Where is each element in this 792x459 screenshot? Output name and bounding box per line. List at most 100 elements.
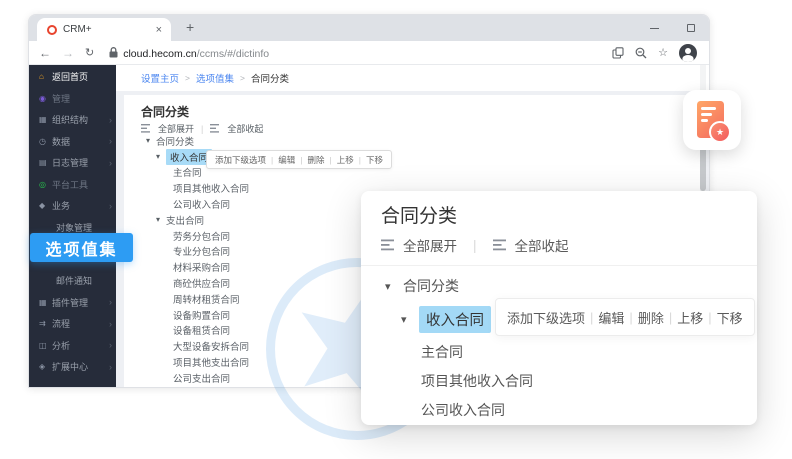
- action-separator: |: [590, 310, 593, 325]
- breadcrumb-link-dict[interactable]: 选项值集: [196, 71, 234, 85]
- caret-down-icon[interactable]: ▾: [156, 152, 166, 161]
- caret-down-icon[interactable]: ▾: [156, 215, 166, 224]
- tab-strip: CRM+ × +: [29, 15, 709, 41]
- chevron-right-icon: ›: [109, 297, 112, 307]
- extension-center-icon: ◈: [39, 362, 52, 371]
- action-separator: |: [271, 155, 273, 165]
- caret-down-icon[interactable]: ▾: [401, 313, 419, 326]
- address-bar[interactable]: cloud.hecom.cn/ccms/#/dictinfo: [109, 44, 612, 62]
- breadcrumb-separator: >: [240, 73, 245, 83]
- bookmark-star-icon[interactable]: ☆: [658, 46, 668, 59]
- tree-row[interactable]: ▾合同分类: [361, 271, 757, 301]
- org-structure-icon: ▦: [39, 115, 52, 124]
- new-tab-button[interactable]: +: [181, 17, 199, 37]
- tab-close-icon[interactable]: ×: [154, 24, 164, 36]
- magnified-panel: 合同分类 全部展开 | 全部收起 ▾合同分类▾收入合同主合同项目其他收入合同公司…: [361, 191, 757, 425]
- action-删除[interactable]: 删除: [638, 308, 664, 327]
- chevron-right-icon: ›: [109, 319, 112, 329]
- tree-node-label[interactable]: 专业分包合同: [173, 244, 230, 258]
- action-编辑[interactable]: 编辑: [278, 154, 295, 166]
- action-删除[interactable]: 删除: [307, 154, 324, 166]
- tree-node-label[interactable]: 项目其他收入合同: [421, 371, 533, 391]
- tree-row[interactable]: 项目其他收入合同: [361, 366, 757, 395]
- profile-avatar[interactable]: [679, 44, 697, 62]
- collapse-all-icon: [210, 124, 220, 133]
- overlay-tree-action-bar: 添加下级选项|编辑|删除|上移|下移: [495, 298, 755, 336]
- tree-node-label[interactable]: 公司收入合同: [173, 197, 230, 211]
- tree-node-label[interactable]: 主合同: [173, 165, 202, 179]
- tree-node-label[interactable]: 公司支出合同: [173, 371, 230, 385]
- sidebar-item-label: 平台工具: [52, 178, 88, 191]
- pages-icon[interactable]: [612, 47, 624, 59]
- tree-node-label[interactable]: 项目其他收入合同: [173, 181, 249, 195]
- tree-node-label[interactable]: 主合同: [421, 342, 463, 362]
- tree-row[interactable]: 公司收入合同: [361, 395, 757, 424]
- action-上移[interactable]: 上移: [337, 154, 354, 166]
- action-separator: |: [669, 310, 672, 325]
- sidebar-item-分析[interactable]: ◫分析›: [29, 335, 116, 357]
- option-value-set-callout[interactable]: 选项值集: [30, 233, 133, 262]
- tree-node-label[interactable]: 设备购置合同: [173, 308, 230, 322]
- action-上移[interactable]: 上移: [677, 308, 703, 327]
- overlay-tree-toolbar: 全部展开 | 全部收起: [381, 235, 569, 255]
- reload-button[interactable]: ↻: [85, 46, 94, 59]
- tree-node-label[interactable]: 合同分类: [403, 276, 459, 296]
- sidebar-item-label: 业务: [52, 199, 70, 212]
- sidebar-item-流程[interactable]: ⇉流程›: [29, 313, 116, 335]
- tree-node-label[interactable]: 设备租赁合同: [173, 323, 230, 337]
- action-下移[interactable]: 下移: [717, 308, 743, 327]
- sidebar-item-业务[interactable]: ◆业务›: [29, 195, 116, 217]
- sidebar-item-日志管理[interactable]: ▤日志管理›: [29, 152, 116, 174]
- tree-node-label[interactable]: 商砼供应合同: [173, 276, 230, 290]
- tree-node-label[interactable]: 支出合同: [166, 213, 204, 227]
- action-separator: |: [708, 310, 711, 325]
- minimize-button[interactable]: [650, 28, 659, 29]
- restore-button[interactable]: [687, 24, 695, 32]
- tree-node-label[interactable]: 公司收入合同: [421, 400, 505, 420]
- sidebar-item-平台工具[interactable]: ◎平台工具: [29, 174, 116, 196]
- tree-node-label[interactable]: 大型设备安拆合同: [173, 339, 249, 353]
- caret-down-icon[interactable]: ▾: [385, 280, 403, 293]
- action-添加下级选项[interactable]: 添加下级选项: [507, 308, 585, 327]
- analysis-chart-icon: ◫: [39, 341, 52, 350]
- caret-down-icon[interactable]: ▾: [146, 136, 156, 145]
- sidebar-item-邮件通知[interactable]: 邮件通知: [29, 270, 116, 292]
- browser-tab[interactable]: CRM+ ×: [37, 18, 171, 41]
- tree-node-label[interactable]: 项目其他支出合同: [173, 355, 249, 369]
- sidebar-menu: ⌂返回首页◉管理▦组织结构›◷数据›▤日志管理›◎平台工具◆业务›对象管理邮件通…: [29, 65, 116, 387]
- sidebar-item-label: 返回首页: [52, 70, 88, 83]
- breadcrumb-link-home[interactable]: 设置主页: [141, 71, 179, 85]
- action-下移[interactable]: 下移: [366, 154, 383, 166]
- log-icon: ▤: [39, 158, 52, 167]
- forward-button[interactable]: →: [62, 46, 74, 60]
- crm-favicon-icon: [47, 25, 57, 35]
- tree-node-label[interactable]: 合同分类: [156, 134, 194, 148]
- sidebar-item-管理[interactable]: ◉管理: [29, 88, 116, 110]
- tree-row[interactable]: 主合同: [361, 337, 757, 366]
- action-编辑[interactable]: 编辑: [598, 308, 624, 327]
- sidebar-item-label: 组织结构: [52, 113, 88, 126]
- sidebar-item-label: 邮件通知: [56, 274, 92, 287]
- dot-ring-icon: ◎: [39, 180, 52, 189]
- collapse-all-button[interactable]: 全部收起: [515, 235, 569, 255]
- chevron-right-icon: ›: [109, 362, 112, 372]
- sidebar-item-label: 日志管理: [52, 156, 88, 169]
- sidebar-item-返回首页[interactable]: ⌂返回首页: [29, 66, 116, 88]
- sidebar-item-数据[interactable]: ◷数据›: [29, 131, 116, 153]
- star-badge-icon: ★: [709, 121, 731, 143]
- tree-node-label[interactable]: 材料采购合同: [173, 260, 230, 274]
- action-添加下级选项[interactable]: 添加下级选项: [215, 154, 266, 166]
- action-separator: |: [300, 155, 302, 165]
- tree-node-label[interactable]: 周转材租赁合同: [173, 292, 240, 306]
- sidebar-item-扩展中心[interactable]: ◈扩展中心›: [29, 356, 116, 378]
- breadcrumb-current: 合同分类: [251, 71, 289, 85]
- tree-node-label[interactable]: 收入合同: [419, 306, 491, 333]
- expand-all-button[interactable]: 全部展开: [403, 235, 457, 255]
- sidebar-item-组织结构[interactable]: ▦组织结构›: [29, 109, 116, 131]
- sidebar-item-插件管理[interactable]: ▦插件管理›: [29, 292, 116, 314]
- zoom-out-icon[interactable]: [635, 47, 647, 59]
- tree-row[interactable]: ▾合同分类: [124, 133, 703, 149]
- back-button[interactable]: ←: [39, 46, 51, 60]
- document-icon: ★: [697, 101, 724, 138]
- tree-node-label[interactable]: 劳务分包合同: [173, 229, 230, 243]
